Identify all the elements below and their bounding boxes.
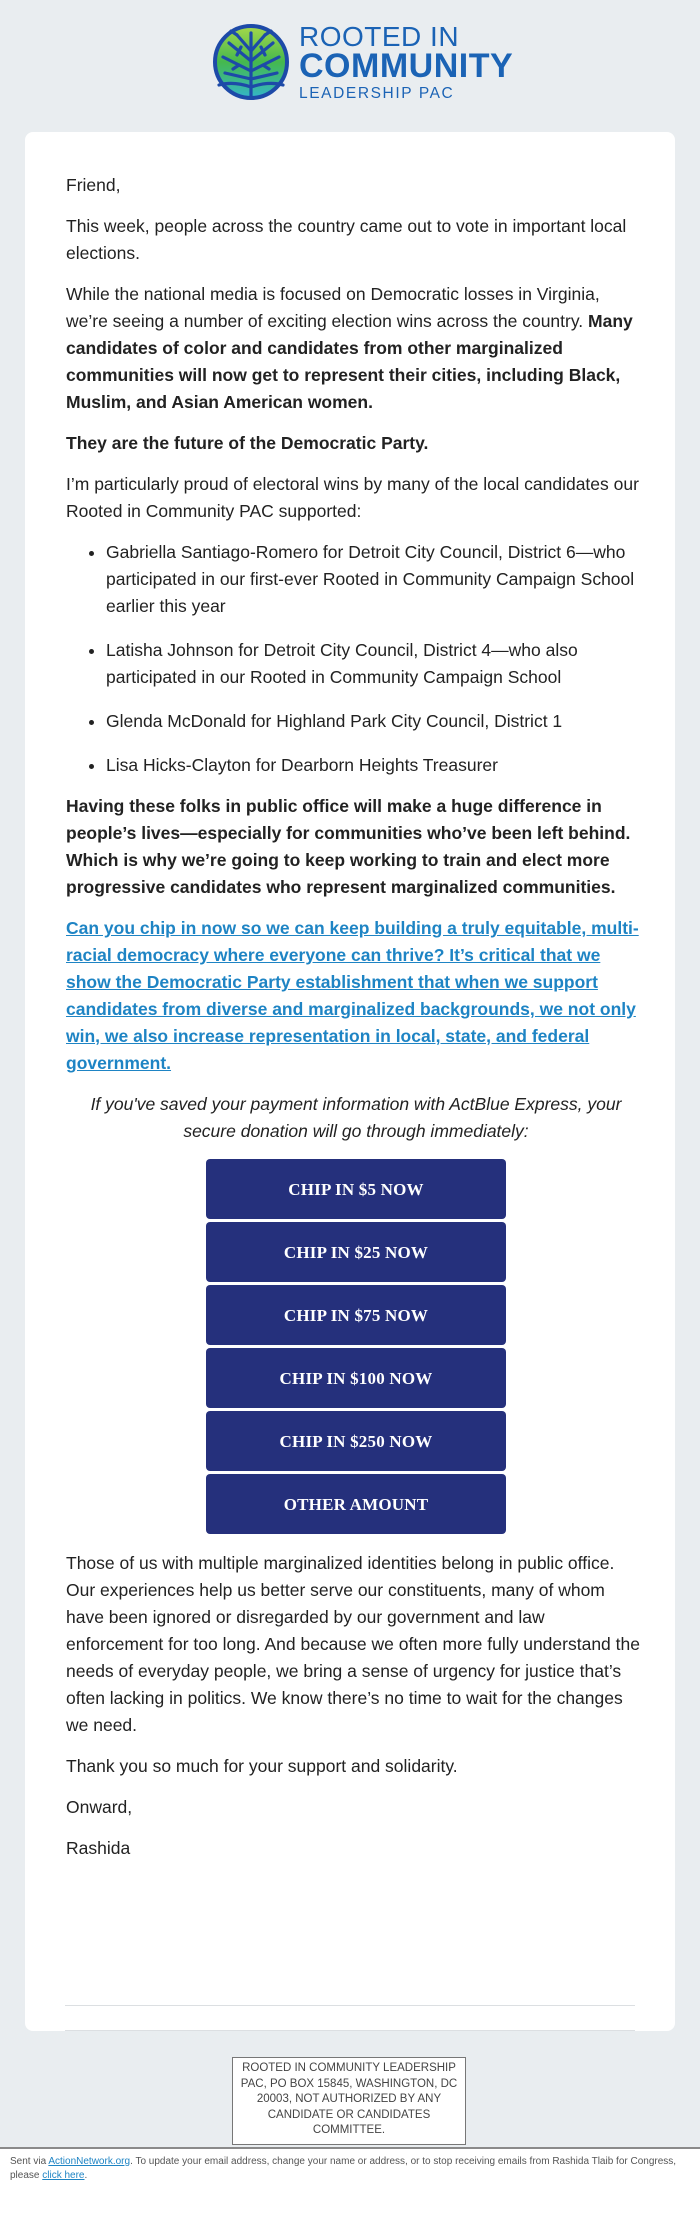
chip-in-25-button[interactable]: CHIP IN $25 NOW	[206, 1222, 506, 1282]
list-item: Glenda McDonald for Highland Park City C…	[106, 708, 646, 735]
actionnetwork-link[interactable]: ActionNetwork.org	[48, 2156, 130, 2167]
logo-line-3: LEADERSHIP PAC	[299, 84, 455, 102]
paragraph-2: While the national media is focused on D…	[66, 281, 646, 416]
chip-in-75-button[interactable]: CHIP IN $75 NOW	[206, 1285, 506, 1345]
donation-buttons: CHIP IN $5 NOW CHIP IN $25 NOW CHIP IN $…	[206, 1159, 506, 1534]
chip-in-100-button[interactable]: CHIP IN $100 NOW	[206, 1348, 506, 1408]
divider	[65, 2005, 635, 2006]
email-card: Friend, This week, people across the cou…	[25, 132, 675, 2031]
cta-paragraph: Can you chip in now so we can keep build…	[66, 915, 646, 1077]
email-header: ROOTED IN COMMUNITY LEADERSHIP PAC	[0, 0, 700, 132]
greeting: Friend,	[66, 175, 121, 195]
paragraph-7: Thank you so much for your support and s…	[66, 1756, 458, 1776]
candidate-list: Gabriella Santiago-Romero for Detroit Ci…	[66, 539, 646, 779]
signoff: Onward,	[66, 1797, 133, 1817]
email-footer: Sent via ActionNetwork.org. To update yo…	[0, 2149, 700, 2231]
footer-end: .	[84, 2170, 88, 2181]
paid-for-disclaimer: ROOTED IN COMMUNITY LEADERSHIP PAC, PO B…	[232, 2057, 466, 2145]
tree-in-circle-icon	[213, 24, 289, 100]
paragraph-3: They are the future of the Democratic Pa…	[66, 433, 429, 453]
donate-link[interactable]: Can you chip in now so we can keep build…	[66, 918, 639, 1073]
logo-line-2: COMMUNITY	[299, 46, 514, 85]
email-body: Friend, This week, people across the cou…	[66, 172, 646, 1876]
divider	[65, 2030, 635, 2031]
signature: Rashida	[66, 1838, 131, 1858]
paragraph-4: I’m particularly proud of electoral wins…	[66, 474, 639, 521]
paragraph-5: Having these folks in public office will…	[66, 796, 631, 897]
chip-in-5-button[interactable]: CHIP IN $5 NOW	[206, 1159, 506, 1219]
logo-text: ROOTED IN COMMUNITY LEADERSHIP PAC	[299, 22, 514, 102]
unsubscribe-link[interactable]: click here	[42, 2170, 84, 2181]
other-amount-button[interactable]: OTHER AMOUNT	[206, 1474, 506, 1534]
actblue-note: If you've saved your payment information…	[90, 1094, 622, 1141]
footer-sent-via: Sent via	[10, 2156, 49, 2167]
chip-in-250-button[interactable]: CHIP IN $250 NOW	[206, 1411, 506, 1471]
paragraph-6: Those of us with multiple marginalized i…	[66, 1553, 640, 1735]
logo: ROOTED IN COMMUNITY LEADERSHIP PAC	[213, 21, 513, 103]
list-item: Latisha Johnson for Detroit City Council…	[106, 637, 646, 691]
list-item: Gabriella Santiago-Romero for Detroit Ci…	[106, 539, 646, 620]
paragraph-1: This week, people across the country cam…	[66, 216, 627, 263]
paragraph-2-regular: While the national media is focused on D…	[66, 284, 600, 331]
list-item: Lisa Hicks-Clayton for Dearborn Heights …	[106, 752, 646, 779]
